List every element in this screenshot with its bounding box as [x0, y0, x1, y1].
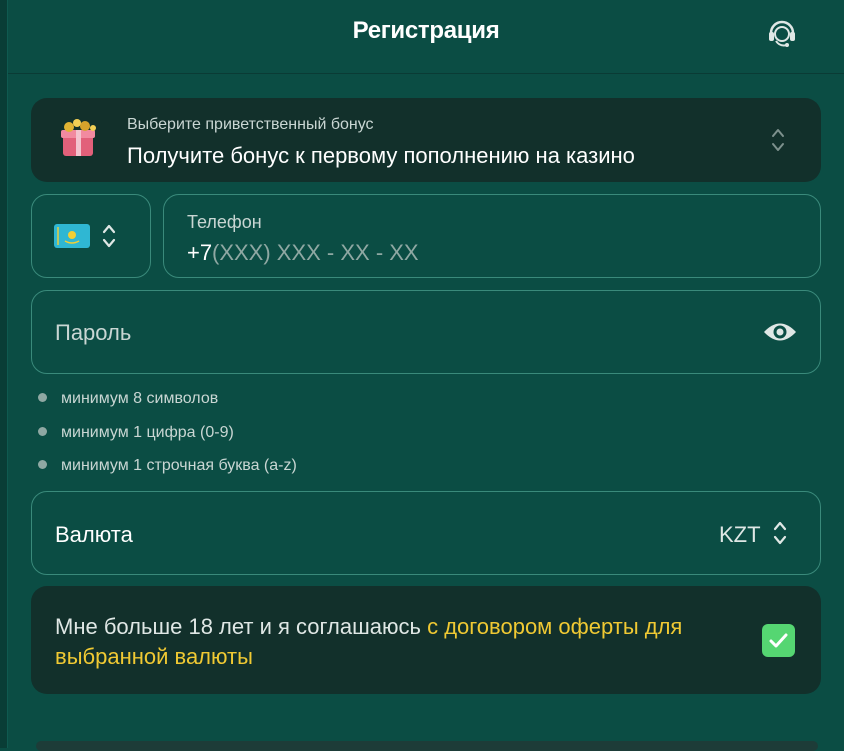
currency-select[interactable]: Валюта KZT	[31, 491, 821, 575]
password-rule: минимум 8 символов	[36, 388, 297, 422]
chevron-up-down-icon	[772, 129, 784, 151]
left-edge	[0, 0, 8, 748]
rule-text: минимум 1 строчная буква (a-z)	[61, 457, 297, 474]
agreement-text: Мне больше 18 лет и я соглашаюсь с догов…	[55, 612, 735, 672]
rule-text: минимум 1 цифра (0-9)	[61, 423, 234, 441]
bonus-value: Получите бонус к первому пополнению на к…	[127, 143, 635, 168]
phone-placeholder: (XXX) XXX - XX - XX	[212, 240, 419, 265]
eye-icon[interactable]	[762, 319, 798, 345]
kazakhstan-flag-icon	[54, 224, 90, 248]
agreement-box: Мне больше 18 лет и я соглашаюсь с догов…	[31, 586, 821, 694]
gift-box-icon	[61, 119, 96, 156]
password-rule: минимум 1 цифра (0-9)	[36, 422, 297, 456]
phone-code: +7	[187, 240, 213, 265]
rule-dot	[38, 393, 47, 402]
chevron-up-down-icon	[102, 224, 116, 248]
phone-field[interactable]: Телефон +7 (XXX) XXX - XX - XX	[163, 194, 821, 278]
password-rule: минимум 1 строчная буква (a-z)	[36, 455, 297, 489]
phone-label: Телефон	[187, 212, 262, 232]
password-rules: минимум 8 символов минимум 1 цифра (0-9)…	[36, 388, 297, 489]
password-field[interactable]: Пароль	[31, 290, 821, 374]
bonus-select[interactable]: Выберите приветственный бонус Получите б…	[31, 98, 821, 182]
submit-button[interactable]	[36, 741, 818, 751]
chevron-up-down-icon	[773, 521, 787, 545]
rule-dot	[38, 460, 47, 469]
country-select[interactable]	[31, 194, 151, 278]
checkmark-icon	[769, 633, 788, 648]
currency-value: KZT	[719, 522, 761, 547]
bonus-hint: Выберите приветственный бонус	[127, 116, 374, 133]
agreement-statement: Мне больше 18 лет и я соглашаюсь	[55, 614, 428, 639]
password-placeholder: Пароль	[55, 320, 132, 345]
rule-text: минимум 8 символов	[61, 390, 219, 407]
headset-icon[interactable]	[764, 14, 800, 50]
agreement-checkbox[interactable]	[762, 624, 795, 657]
header: Регистрация	[8, 0, 844, 74]
currency-label: Валюта	[55, 522, 133, 547]
rule-dot	[38, 426, 47, 436]
page-title: Регистрация	[352, 17, 500, 44]
